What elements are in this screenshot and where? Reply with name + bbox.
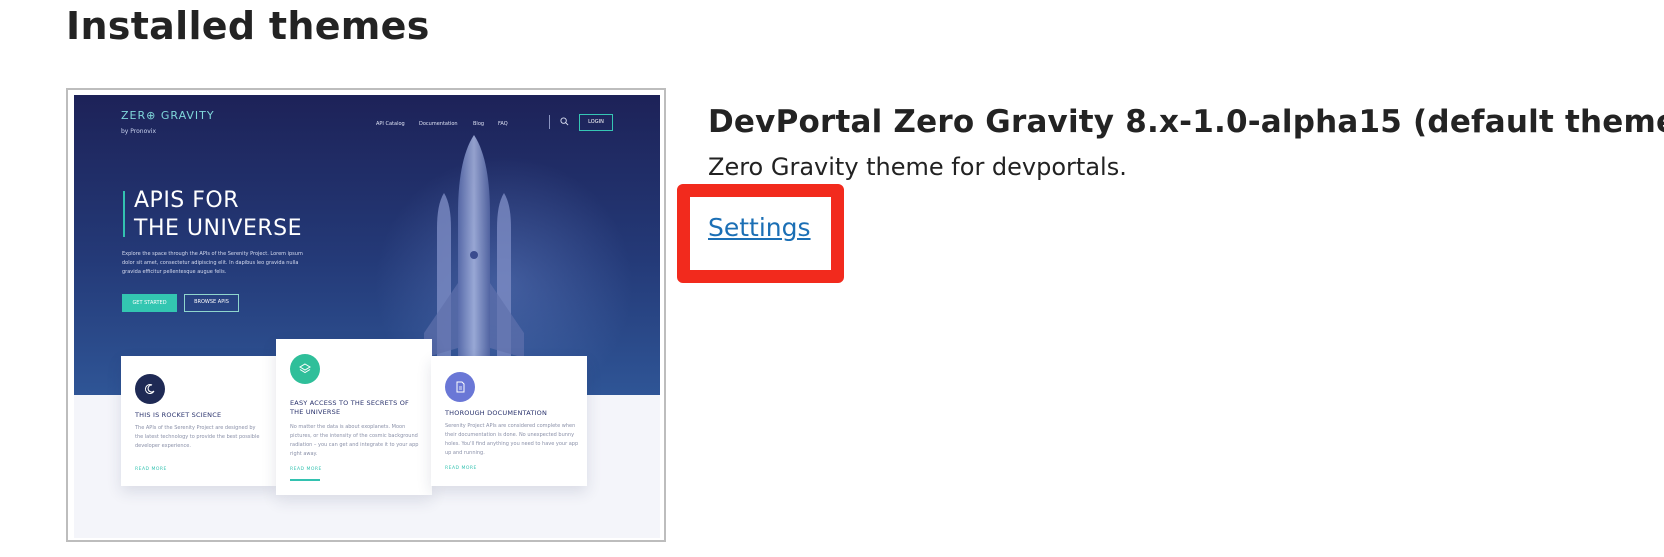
section-title: Installed themes xyxy=(66,4,430,48)
nav-faq: FAQ xyxy=(498,121,508,127)
nav-divider xyxy=(549,115,550,129)
moon-icon xyxy=(135,374,165,404)
browse-apis-button: BROWSE APIS xyxy=(184,294,239,312)
login-button: LOGIN xyxy=(579,114,613,131)
hero-title: APIS FOR THE UNIVERSE xyxy=(134,187,302,243)
card-title: THIS IS ROCKET SCIENCE xyxy=(135,411,222,419)
card-active-underline xyxy=(290,479,320,481)
hero-title-line-1: APIS FOR xyxy=(134,188,240,213)
card-title: EASY ACCESS TO THE SECRETS OF THE UNIVER… xyxy=(290,399,409,416)
feature-card-documentation: THOROUGH DOCUMENTATION Serenity Project … xyxy=(431,356,587,486)
zero-gravity-logo: ZER⊕ GRAVITY xyxy=(121,109,215,122)
nav-api-catalog: API Catalog xyxy=(376,121,405,127)
hero-title-line-2: THE UNIVERSE xyxy=(134,216,303,241)
feature-card-rocket-science: THIS IS ROCKET SCIENCE The APIs of the S… xyxy=(121,356,277,486)
card-read-more-link: READ MORE xyxy=(290,467,322,472)
theme-screenshot-image: ZER⊕ GRAVITY by Pronovix API Catalog Doc… xyxy=(74,95,660,538)
card-title: THOROUGH DOCUMENTATION xyxy=(445,409,548,417)
hero-accent-bar xyxy=(123,191,125,237)
theme-description: Zero Gravity theme for devportals. xyxy=(708,153,1127,181)
document-icon xyxy=(445,372,475,402)
feature-card-easy-access: EASY ACCESS TO THE SECRETS OF THE UNIVER… xyxy=(276,339,432,495)
get-started-button: GET STARTED xyxy=(122,294,177,312)
card-text: Serenity Project APIs are considered com… xyxy=(445,423,579,456)
card-text: The APIs of the Serenity Project are des… xyxy=(135,425,260,449)
layers-icon xyxy=(290,354,320,384)
hero-description: Explore the space through the APIs of th… xyxy=(122,251,303,275)
theme-screenshot: ZER⊕ GRAVITY by Pronovix API Catalog Doc… xyxy=(66,88,666,542)
theme-name: DevPortal Zero Gravity 8.x-1.0-alpha15 (… xyxy=(708,104,1664,140)
card-text: No matter the data is about exoplanets. … xyxy=(290,424,419,457)
nav-blog: Blog xyxy=(473,121,485,127)
nav-documentation: Documentation xyxy=(419,121,458,127)
card-read-more-link: READ MORE xyxy=(445,466,477,471)
settings-link[interactable]: Settings xyxy=(708,211,811,245)
card-read-more-link: READ MORE xyxy=(135,467,167,472)
search-icon xyxy=(560,117,569,126)
logo-subtitle: by Pronovix xyxy=(121,128,157,135)
